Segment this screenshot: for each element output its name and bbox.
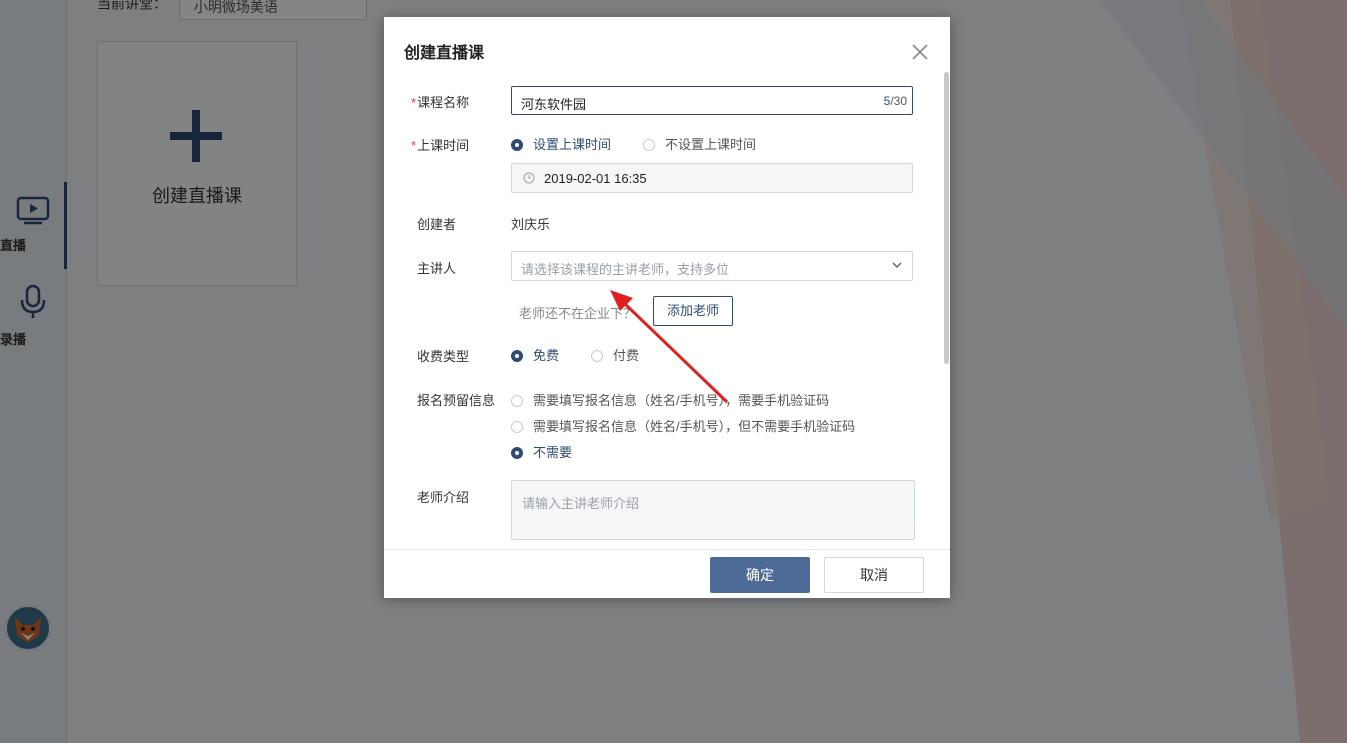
creator-value: 刘庆乐 — [511, 217, 551, 232]
course-name-label: *课程名称 — [411, 95, 470, 110]
clock-icon — [523, 172, 535, 184]
dialog-scrollbar[interactable] — [944, 72, 949, 364]
lecturer-placeholder: 请选择该课程的主讲老师，支持多位 — [521, 262, 730, 277]
teacher-intro-textarea[interactable]: 请输入主讲老师介绍 — [511, 480, 915, 540]
radio-registration-with-code[interactable]: 需要填写报名信息（姓名/手机号），需要手机验证码 — [511, 390, 829, 409]
lecturer-label: 主讲人 — [417, 261, 457, 276]
create-live-course-dialog: 创建直播课 *课程名称 河东软件园 5/30 *上课时间 设置上课时间 不设置上… — [384, 17, 950, 598]
radio-no-class-time[interactable]: 不设置上课时间 — [643, 134, 756, 153]
teacher-intro-label: 老师介绍 — [417, 490, 470, 505]
radio-set-class-time[interactable]: 设置上课时间 — [511, 134, 611, 153]
radio-free[interactable]: 免费 — [511, 345, 559, 364]
registration-label: 报名预留信息 — [417, 393, 496, 408]
confirm-button[interactable]: 确定 — [710, 557, 810, 593]
creator-label: 创建者 — [417, 217, 457, 232]
radio-registration-none[interactable]: 不需要 — [511, 442, 572, 461]
char-count: 5/30 — [883, 94, 907, 108]
fee-type-label: 收费类型 — [417, 349, 470, 364]
add-teacher-button[interactable]: 添加老师 — [653, 296, 733, 326]
lecturer-select[interactable]: 请选择该课程的主讲老师，支持多位 — [511, 251, 913, 281]
dialog-title: 创建直播课 — [404, 45, 485, 62]
teacher-intro-placeholder: 请输入主讲老师介绍 — [522, 496, 640, 511]
course-name-input[interactable]: 河东软件园 5/30 — [511, 86, 913, 115]
lecturer-hint: 老师还不在企业下？ — [519, 306, 637, 321]
course-name-value: 河东软件园 — [521, 97, 587, 112]
chevron-down-icon — [892, 262, 902, 268]
datetime-picker[interactable]: 2019-02-01 16:35 — [511, 163, 913, 193]
close-icon[interactable] — [910, 42, 930, 62]
dialog-footer: 确定 取消 — [384, 549, 950, 598]
datetime-value: 2019-02-01 16:35 — [544, 171, 647, 186]
class-time-label: *上课时间 — [411, 138, 470, 153]
radio-registration-without-code[interactable]: 需要填写报名信息（姓名/手机号），但不需要手机验证码 — [511, 416, 855, 435]
radio-paid[interactable]: 付费 — [591, 345, 639, 364]
cancel-button[interactable]: 取消 — [824, 557, 924, 593]
